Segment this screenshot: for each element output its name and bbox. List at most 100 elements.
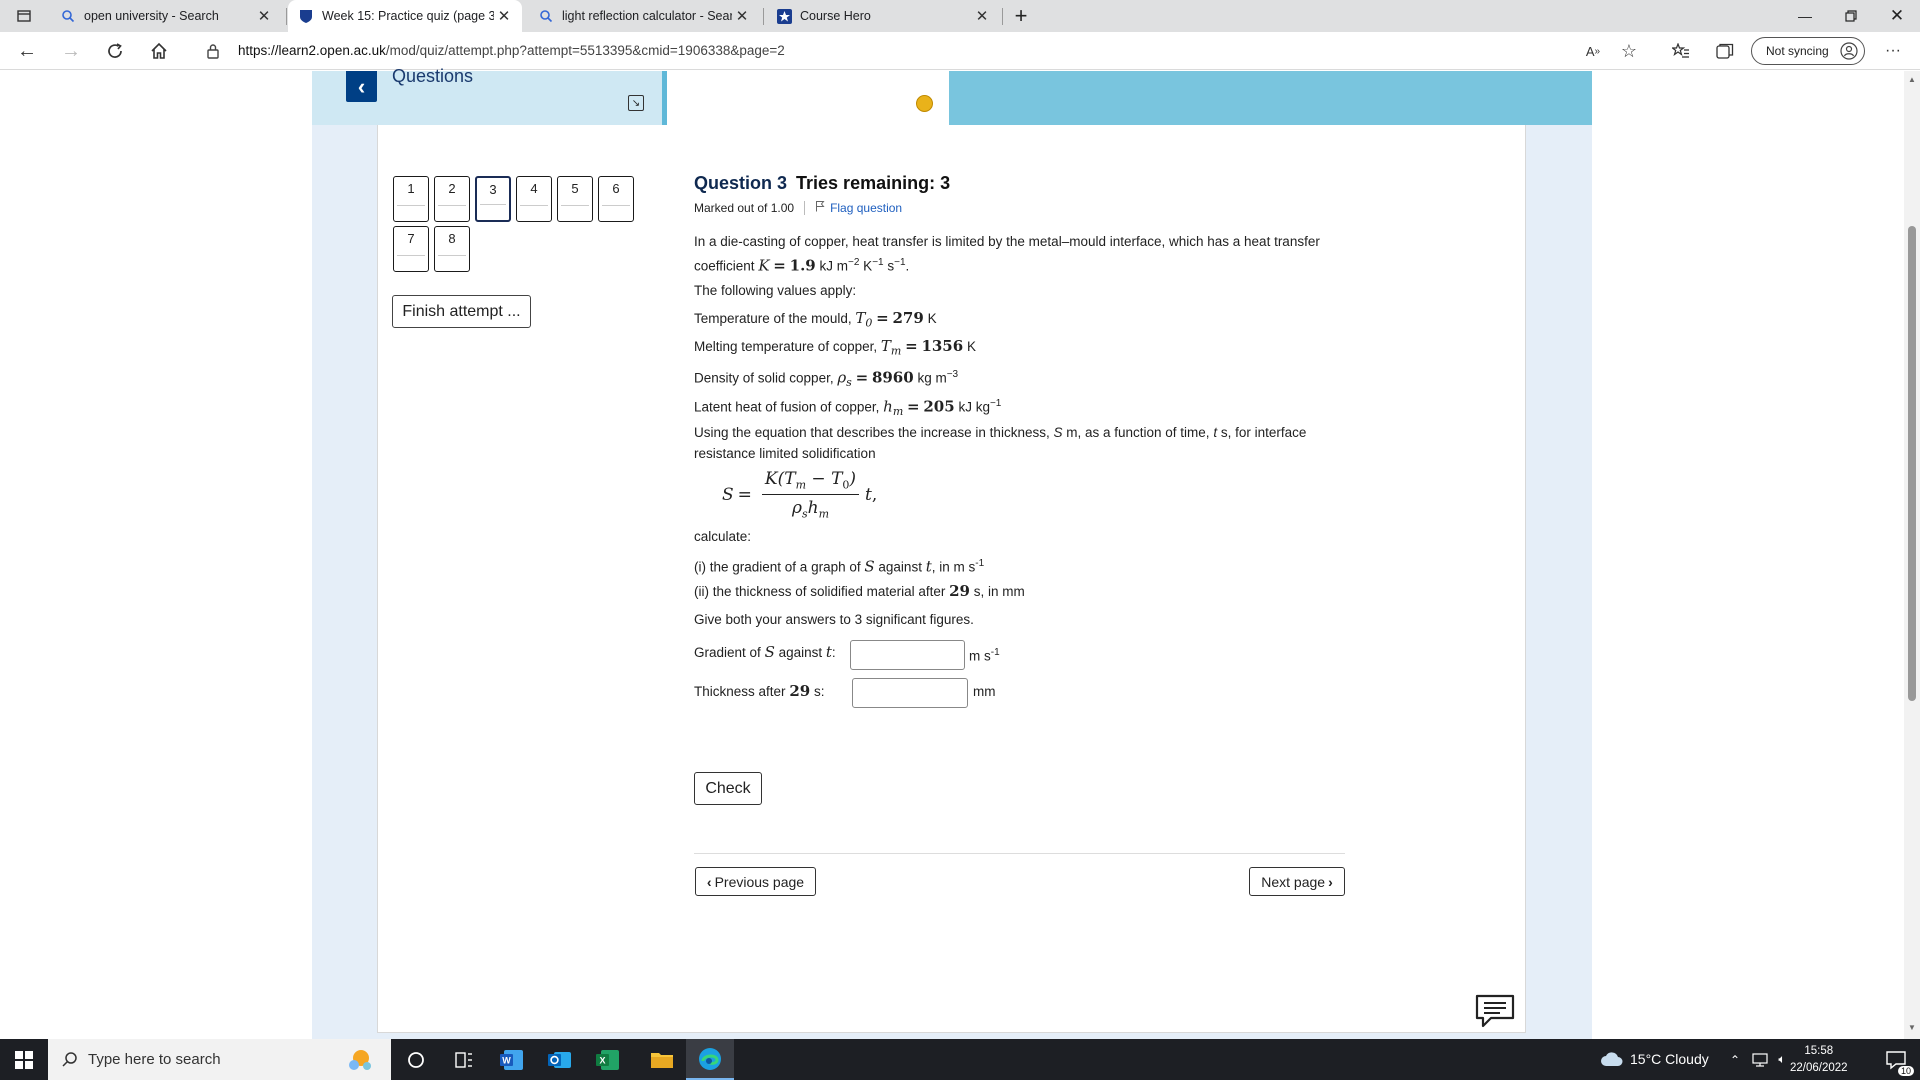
task-view-icon[interactable]	[440, 1039, 488, 1080]
file-explorer-icon[interactable]	[638, 1039, 686, 1080]
favorites-icon[interactable]	[1666, 37, 1696, 65]
values-intro: The following values apply:	[694, 283, 857, 298]
tab-actions-icon[interactable]	[6, 0, 42, 32]
thickness-answer-input[interactable]	[852, 678, 968, 708]
cortana-icon[interactable]	[392, 1039, 440, 1080]
flag-question-link[interactable]: Flag question	[815, 200, 902, 215]
edge-icon[interactable]	[686, 1039, 734, 1080]
network-icon[interactable]	[1748, 1039, 1772, 1080]
part-ii-text: (ii) the thickness of solidified materia…	[694, 581, 1025, 602]
close-drawer-button[interactable]: ‹	[346, 71, 377, 102]
back-button[interactable]: ←	[12, 37, 42, 65]
read-aloud-icon[interactable]: A»	[1578, 37, 1608, 65]
profile-icon	[1840, 42, 1858, 63]
tab-course-hero[interactable]: Course Hero ✕	[766, 0, 1000, 32]
tab-week-15-quiz[interactable]: Week 15: Practice quiz (page 3 o ✕	[288, 0, 522, 32]
param-unit: K	[966, 339, 976, 354]
tries-remaining: Tries remaining: 3	[796, 173, 951, 193]
param-subscript: 0	[865, 316, 873, 330]
forward-button[interactable]: →	[56, 37, 86, 65]
close-icon[interactable]: ✕	[494, 7, 514, 25]
tab-title: Week 15: Practice quiz (page 3 o	[322, 9, 494, 23]
close-icon[interactable]: ✕	[254, 7, 274, 25]
browser-tab-bar: open university - Search ✕ Week 15: Prac…	[0, 0, 1920, 32]
param-symbol: T	[880, 337, 891, 355]
refresh-button[interactable]	[100, 37, 130, 65]
scroll-thumb[interactable]	[1908, 226, 1916, 701]
volume-icon[interactable]: 🔈︎	[1772, 1039, 1792, 1080]
tab-light-reflection-search[interactable]: light reflection calculator - Searc ✕	[528, 0, 760, 32]
question-nav-button-5[interactable]: 5	[557, 176, 593, 222]
status-indicator-icon[interactable]	[916, 95, 933, 112]
minimize-button[interactable]: —	[1782, 0, 1828, 32]
word-icon[interactable]: W	[488, 1039, 536, 1080]
part-i-text: (i) the gradient of a graph of S against…	[694, 557, 985, 576]
expand-nav-icon[interactable]: ↘	[628, 95, 644, 111]
cloud-icon	[1600, 1051, 1624, 1070]
taskbar-search-box[interactable]: Type here to search	[48, 1039, 391, 1080]
question-nav-button-6[interactable]: 6	[598, 176, 634, 222]
taskbar-clock[interactable]: 15:58 22/06/2022	[1790, 1043, 1848, 1077]
next-page-button[interactable]: Next page ›	[1249, 867, 1345, 896]
notification-icon[interactable]: 10	[1872, 1039, 1920, 1080]
param-label: Latent heat of fusion of copper,	[694, 399, 880, 415]
previous-page-button[interactable]: ‹ Previous page	[695, 867, 816, 896]
question-nav-button-8[interactable]: 8	[434, 226, 470, 272]
url-field[interactable]: https://learn2.open.ac.uk/mod/quiz/attem…	[238, 43, 785, 58]
chevron-left-icon: ‹	[706, 873, 712, 890]
clock-date: 22/06/2022	[1790, 1062, 1848, 1074]
questions-nav-title: Questions	[392, 66, 474, 86]
shield-icon	[296, 8, 316, 24]
gradient-answer-label: Gradient of S against t:	[694, 643, 836, 661]
new-tab-button[interactable]: +	[1004, 0, 1038, 32]
tab-open-university-search[interactable]: open university - Search ✕	[50, 0, 282, 32]
scroll-down-icon[interactable]: ▼	[1908, 1023, 1916, 1032]
tab-divider	[1002, 8, 1003, 25]
part-i-label: (i) the gradient of a graph of	[694, 559, 861, 575]
thickness-time-value: 29	[789, 682, 811, 700]
search-highlight-icon	[339, 1045, 379, 1079]
question-intro: In a die-casting of copper, heat transfe…	[694, 231, 1320, 277]
home-button[interactable]	[144, 37, 174, 65]
add-favorite-icon[interactable]: ☆	[1614, 37, 1644, 65]
collections-icon[interactable]	[1710, 37, 1740, 65]
question-nav-button-3[interactable]: 3	[475, 176, 511, 222]
question-nav-button-4[interactable]: 4	[516, 176, 552, 222]
question-nav-button-1[interactable]: 1	[393, 176, 429, 222]
vertical-scrollbar[interactable]: ▲ ▼	[1904, 71, 1920, 1039]
weather-widget[interactable]: 15°C Cloudy	[1600, 1051, 1709, 1070]
address-bar: ← → https://learn2.open.ac.uk/mod/quiz/a…	[0, 32, 1920, 70]
finish-attempt-button[interactable]: Finish attempt ...	[392, 295, 531, 328]
gradient-answer-input[interactable]	[850, 640, 965, 670]
settings-more-icon[interactable]: ···	[1878, 37, 1908, 65]
param-label: Melting temperature of copper,	[694, 339, 878, 354]
chat-icon[interactable]	[1474, 993, 1516, 1028]
gradient-unit: m s-1	[969, 647, 1000, 664]
close-icon[interactable]: ✕	[972, 7, 992, 25]
windows-start-icon[interactable]	[0, 1039, 48, 1080]
svg-text:W: W	[502, 1055, 511, 1065]
using-text-a: Using the equation that describes the in…	[694, 425, 1050, 440]
check-button[interactable]: Check	[694, 772, 762, 805]
chevron-up-icon[interactable]: ⌃	[1724, 1039, 1746, 1080]
question-nav-button-2[interactable]: 2	[434, 176, 470, 222]
sync-status-button[interactable]: Not syncing	[1751, 37, 1865, 65]
windows-taskbar: Type here to search W X 15°C Cloudy ⌃ 🔈︎…	[0, 1039, 1920, 1080]
param-latent-heat: Latent heat of fusion of copper, hm = 20…	[694, 397, 1002, 419]
excel-icon[interactable]: X	[584, 1039, 632, 1080]
search-icon	[58, 8, 78, 24]
param-value: 205	[923, 397, 955, 416]
K-unit: kJ m	[819, 258, 849, 274]
param-subscript: s	[846, 376, 852, 390]
close-icon[interactable]: ✕	[732, 7, 752, 25]
close-window-button[interactable]: ✕	[1874, 0, 1920, 32]
page-nav-divider	[694, 853, 1345, 854]
scroll-up-icon[interactable]: ▲	[1908, 75, 1916, 84]
restore-button[interactable]	[1828, 0, 1874, 32]
param-label: Temperature of the mould,	[694, 311, 852, 326]
using-line-1: Using the equation that describes the in…	[694, 425, 1307, 440]
tab-divider	[286, 8, 287, 25]
outlook-icon[interactable]	[536, 1039, 584, 1080]
lock-icon[interactable]	[206, 43, 220, 64]
question-nav-button-7[interactable]: 7	[393, 226, 429, 272]
